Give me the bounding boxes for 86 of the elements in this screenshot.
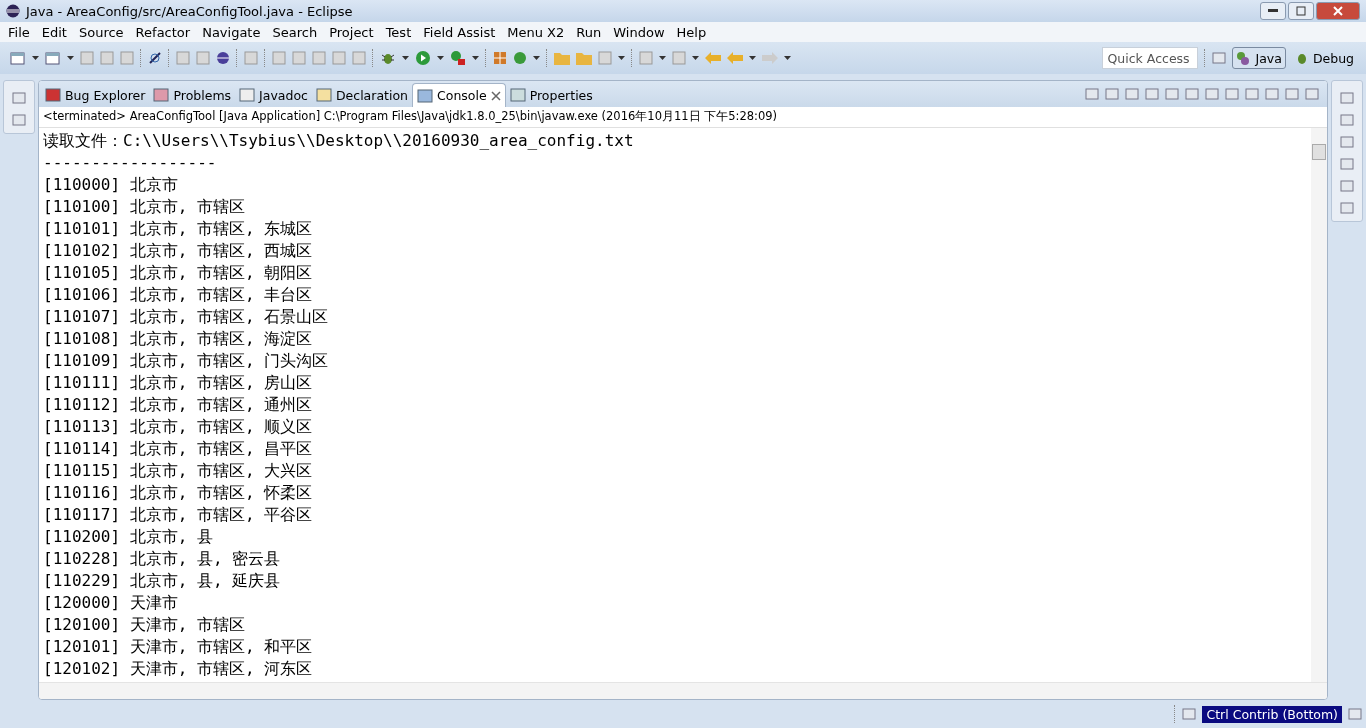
dropdown-arrow-icon[interactable] <box>67 56 74 60</box>
left-arrow-icon[interactable] <box>727 52 743 64</box>
run-tool-icon[interactable] <box>450 50 466 66</box>
console-line: [110116] 北京市, 市辖区, 怀柔区 <box>43 482 314 504</box>
perspective-button[interactable]: Debug <box>1289 47 1358 69</box>
new-window-icon[interactable] <box>45 51 61 65</box>
console-line: [110117] 北京市, 市辖区, 平谷区 <box>43 504 314 526</box>
console-line: ------------------ <box>43 152 218 174</box>
view-icon <box>315 88 332 102</box>
console-line: [110109] 北京市, 市辖区, 门头沟区 <box>43 350 330 372</box>
dropdown-arrow-icon[interactable] <box>618 56 625 60</box>
menu-item[interactable]: Menu X2 <box>501 24 571 40</box>
menu-item[interactable]: File <box>2 24 36 40</box>
menu-item[interactable]: Refactor <box>129 24 197 40</box>
console-line: [110228] 北京市, 县, 密云县 <box>43 548 282 570</box>
console-line: [110102] 北京市, 市辖区, 西城区 <box>43 240 314 262</box>
dropdown-arrow-icon[interactable] <box>402 56 409 60</box>
menu-item[interactable]: Search <box>266 24 324 40</box>
globe-icon[interactable] <box>216 51 230 65</box>
console-line: [110108] 北京市, 市辖区, 海淀区 <box>43 328 314 350</box>
folder-icon[interactable] <box>554 51 570 65</box>
left-arrow-icon[interactable] <box>705 52 721 64</box>
play-icon[interactable] <box>415 50 431 66</box>
menu-item[interactable]: Help <box>670 24 713 40</box>
console-line: [120000] 天津市 <box>43 592 179 614</box>
dropdown-arrow-icon[interactable] <box>692 56 699 60</box>
menu-item[interactable]: Test <box>379 24 418 40</box>
console-line: [120102] 天津市, 市辖区, 河东区 <box>43 658 314 680</box>
console-line: [110115] 北京市, 市辖区, 大兴区 <box>43 460 314 482</box>
view-icon <box>509 88 526 102</box>
view-tab[interactable]: Problems <box>149 83 236 107</box>
console-line: [110100] 北京市, 市辖区 <box>43 196 246 218</box>
new-window-icon[interactable] <box>10 51 26 65</box>
status-contribution: Ctrl Contrib (Bottom) <box>1202 705 1342 723</box>
console-line: [110107] 北京市, 市辖区, 石景山区 <box>43 306 330 328</box>
minimize-button[interactable] <box>1260 2 1286 20</box>
horizontal-scrollbar[interactable] <box>39 682 1327 699</box>
menu-item[interactable]: Source <box>72 24 130 40</box>
view-tab[interactable]: Bug Explorer <box>41 83 150 107</box>
menu-item[interactable]: Project <box>323 24 380 40</box>
close-button[interactable] <box>1316 2 1360 20</box>
perspective-button[interactable]: Java <box>1232 47 1286 69</box>
console-line: [120100] 天津市, 市辖区 <box>43 614 246 636</box>
quick-access-field[interactable]: Quick Access <box>1102 47 1199 69</box>
dropdown-arrow-icon[interactable] <box>749 56 756 60</box>
console-line: [110113] 北京市, 市辖区, 顺义区 <box>43 416 314 438</box>
dropdown-arrow-icon[interactable] <box>784 56 791 60</box>
console-line: [110229] 北京市, 县, 延庆县 <box>43 570 282 592</box>
console-description: <terminated> AreaConfigTool [Java Application] C:\Program Files\Java\jdk1.8.0_25\bin\javaw.exe (2016年10月11日 下午5:28:09) <box>39 107 1327 128</box>
console-line: [110105] 北京市, 市辖区, 朝阳区 <box>43 262 314 284</box>
dropdown-arrow-icon[interactable] <box>472 56 479 60</box>
console-line: [120101] 天津市, 市辖区, 和平区 <box>43 636 314 658</box>
console-line: 读取文件：C:\\Users\\Tsybius\\Desktop\\20160930_area_config.txt <box>43 130 635 152</box>
console-line: [110112] 北京市, 市辖区, 通州区 <box>43 394 314 416</box>
window-title: Java - AreaConfig/src/AreaConfigTool.java - Eclipse <box>26 3 353 19</box>
menu-item[interactable]: Field Assist <box>417 24 502 40</box>
folder-icon[interactable] <box>576 51 592 65</box>
view-tab[interactable]: Javadoc <box>235 83 312 107</box>
menu-item[interactable]: Edit <box>35 24 73 40</box>
view-icon <box>417 88 433 103</box>
console-line: [110111] 北京市, 市辖区, 房山区 <box>43 372 314 394</box>
link-icon[interactable] <box>148 51 162 65</box>
view-icon <box>153 88 170 102</box>
dropdown-arrow-icon[interactable] <box>437 56 444 60</box>
dropdown-arrow-icon[interactable] <box>32 56 39 60</box>
close-icon[interactable] <box>490 90 501 101</box>
view-icon <box>45 88 61 102</box>
dropdown-arrow-icon[interactable] <box>533 56 540 60</box>
console-line: [110106] 北京市, 市辖区, 丰台区 <box>43 284 314 306</box>
console-line: [110114] 北京市, 市辖区, 昌平区 <box>43 438 314 460</box>
vertical-scrollbar[interactable] <box>1311 128 1327 682</box>
dropdown-arrow-icon[interactable] <box>659 56 666 60</box>
console-line: [110000] 北京市 <box>43 174 179 196</box>
view-tab[interactable]: Properties <box>505 83 597 107</box>
console-line: [110101] 北京市, 市辖区, 东城区 <box>43 218 314 240</box>
right-arrow-icon[interactable] <box>762 52 778 64</box>
view-icon <box>239 88 256 102</box>
view-tab[interactable]: Console <box>412 83 506 107</box>
grid-icon[interactable] <box>493 51 507 65</box>
menu-item[interactable]: Run <box>570 24 608 40</box>
menu-item[interactable]: Window <box>607 24 671 40</box>
view-tab[interactable]: Declaration <box>311 83 412 107</box>
close-icon <box>1333 6 1343 16</box>
eclipse-logo-icon <box>6 4 20 18</box>
console-line: [110200] 北京市, 县 <box>43 526 214 548</box>
menu-item[interactable]: Navigate <box>196 24 267 40</box>
